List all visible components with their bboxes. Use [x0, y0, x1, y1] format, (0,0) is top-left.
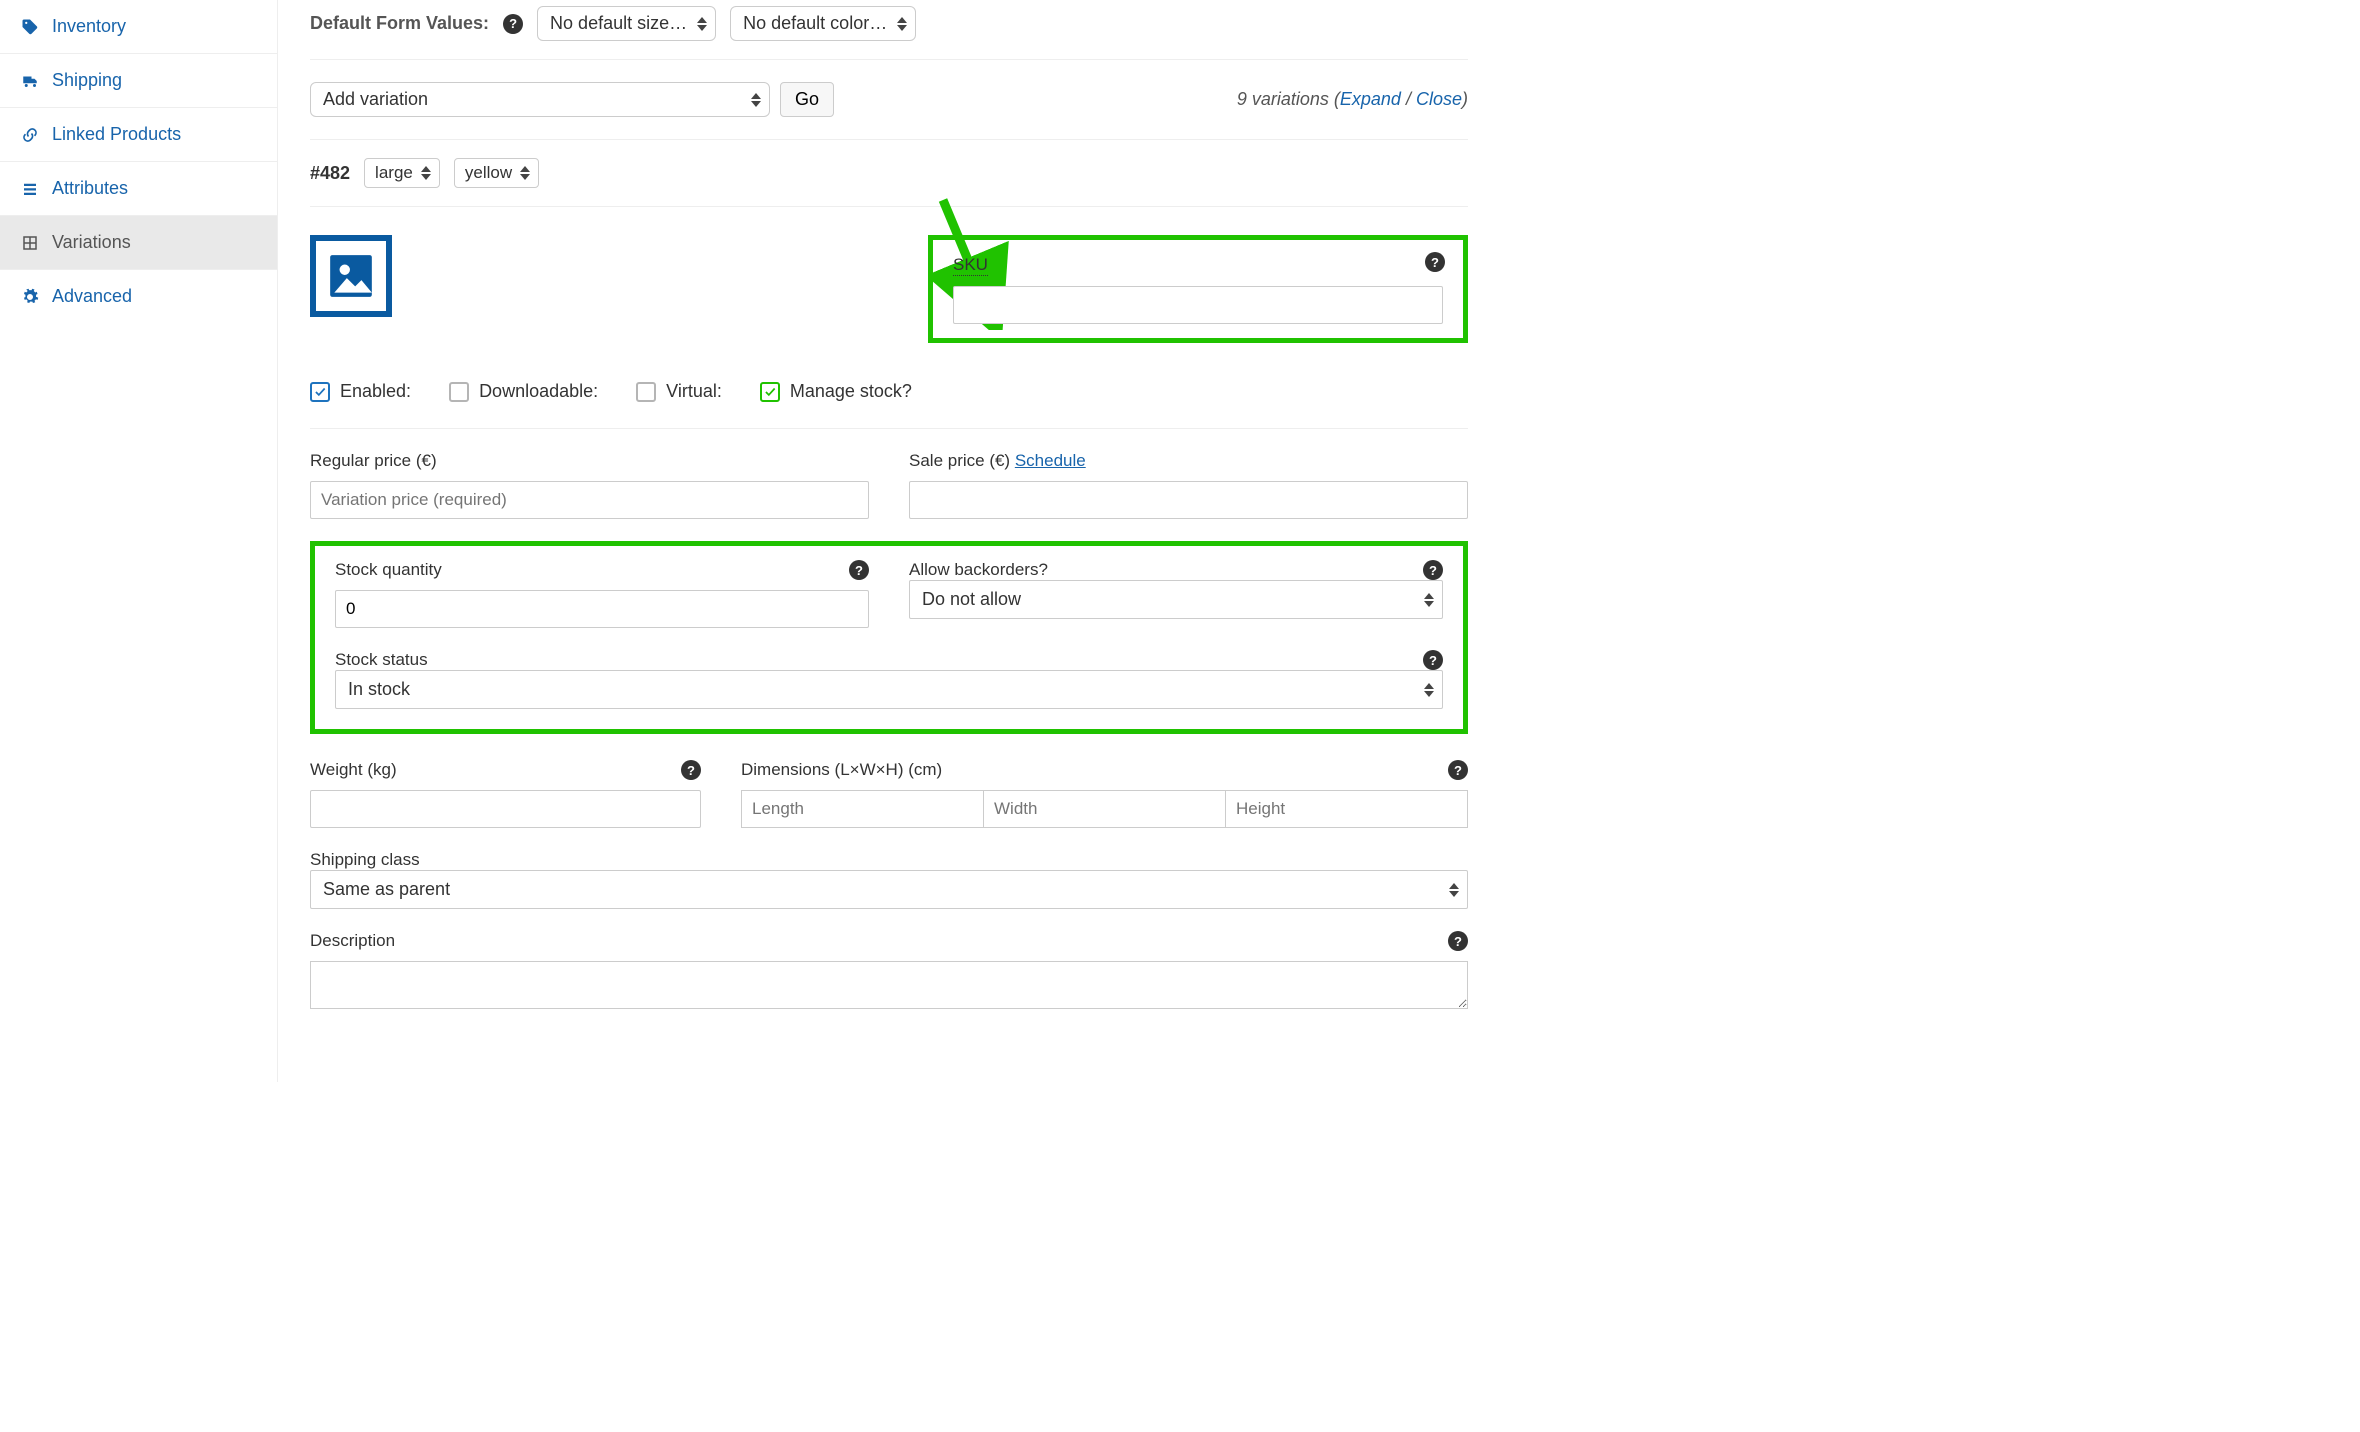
expand-link[interactable]: Expand	[1340, 89, 1401, 109]
weight-input[interactable]	[310, 790, 701, 828]
weight-label: Weight (kg)	[310, 760, 397, 780]
variation-attr-size[interactable]: large	[364, 158, 440, 188]
variation-image-upload[interactable]	[310, 235, 392, 317]
tab-label: Advanced	[52, 286, 132, 307]
help-icon[interactable]: ?	[1423, 560, 1443, 580]
length-input[interactable]	[741, 790, 984, 828]
sku-annotation-box: SKU ?	[928, 235, 1468, 343]
tab-label: Shipping	[52, 70, 122, 91]
variation-id: #482	[310, 163, 350, 184]
default-color-select[interactable]: No default color…	[730, 6, 916, 41]
help-icon[interactable]: ?	[1448, 931, 1468, 951]
go-button[interactable]: Go	[780, 82, 834, 117]
description-label: Description	[310, 931, 395, 951]
manage-stock-checkbox[interactable]	[760, 382, 780, 402]
stock-status-select[interactable]: In stock	[335, 670, 1443, 709]
schedule-link[interactable]: Schedule	[1015, 451, 1086, 470]
virtual-label: Virtual:	[666, 381, 722, 402]
downloadable-checkbox[interactable]	[449, 382, 469, 402]
allow-backorders-select[interactable]: Do not allow	[909, 580, 1443, 619]
variations-panel: Default Form Values: ? No default size… …	[278, 0, 1500, 1082]
tab-linked-products[interactable]: Linked Products	[0, 108, 277, 162]
help-icon[interactable]: ?	[1425, 252, 1445, 272]
virtual-checkbox[interactable]	[636, 382, 656, 402]
tab-inventory[interactable]: Inventory	[0, 0, 277, 54]
list-icon	[20, 179, 40, 199]
tag-icon	[20, 17, 40, 37]
variation-count-summary: 9 variations (Expand / Close)	[1237, 89, 1468, 110]
stock-quantity-input[interactable]	[335, 590, 869, 628]
help-icon[interactable]: ?	[681, 760, 701, 780]
regular-price-label: Regular price (€)	[310, 451, 437, 471]
tab-advanced[interactable]: Advanced	[0, 270, 277, 323]
tab-label: Variations	[52, 232, 131, 253]
width-input[interactable]	[984, 790, 1226, 828]
dimensions-label: Dimensions (L×W×H) (cm)	[741, 760, 942, 780]
default-form-values: Default Form Values: ? No default size… …	[310, 6, 1468, 60]
stock-annotation-box: Stock quantity? Allow backorders?? Do no…	[310, 541, 1468, 734]
help-icon[interactable]: ?	[1448, 760, 1468, 780]
image-icon	[326, 251, 376, 301]
enabled-checkbox[interactable]	[310, 382, 330, 402]
downloadable-label: Downloadable:	[479, 381, 598, 402]
sale-price-label: Sale price (€)	[909, 451, 1015, 470]
default-size-select[interactable]: No default size…	[537, 6, 716, 41]
tab-variations[interactable]: Variations	[0, 216, 277, 270]
help-icon[interactable]: ?	[849, 560, 869, 580]
help-icon[interactable]: ?	[503, 14, 523, 34]
grid-icon	[20, 233, 40, 253]
stock-quantity-label: Stock quantity	[335, 560, 442, 580]
product-data-tabs: Inventory Shipping Linked Products Attri…	[0, 0, 278, 1082]
sale-price-input[interactable]	[909, 481, 1468, 519]
add-variation-toolbar: Add variation Go 9 variations (Expand / …	[310, 60, 1468, 140]
link-icon	[20, 125, 40, 145]
variation-attr-color[interactable]: yellow	[454, 158, 539, 188]
help-icon[interactable]: ?	[1423, 650, 1443, 670]
shipping-class-label: Shipping class	[310, 850, 420, 870]
regular-price-input[interactable]	[310, 481, 869, 519]
allow-backorders-label: Allow backorders?	[909, 560, 1048, 580]
tab-label: Attributes	[52, 178, 128, 199]
tab-shipping[interactable]: Shipping	[0, 54, 277, 108]
height-input[interactable]	[1226, 790, 1468, 828]
tab-attributes[interactable]: Attributes	[0, 162, 277, 216]
tab-label: Linked Products	[52, 124, 181, 145]
gear-icon	[20, 287, 40, 307]
shipping-class-select[interactable]: Same as parent	[310, 870, 1468, 909]
sku-input[interactable]	[953, 286, 1443, 324]
description-textarea[interactable]	[310, 961, 1468, 1009]
variation-action-select[interactable]: Add variation	[310, 82, 770, 117]
enabled-label: Enabled:	[340, 381, 411, 402]
manage-stock-label: Manage stock?	[790, 381, 912, 402]
variation-header[interactable]: #482 large yellow	[310, 140, 1468, 207]
default-form-values-label: Default Form Values:	[310, 13, 489, 34]
variation-flags: Enabled: Downloadable: Virtual: Manage s…	[310, 369, 1468, 429]
tab-label: Inventory	[52, 16, 126, 37]
sku-label: SKU	[953, 255, 988, 276]
truck-icon	[20, 71, 40, 91]
close-link[interactable]: Close	[1416, 89, 1462, 109]
stock-status-label: Stock status	[335, 650, 428, 670]
